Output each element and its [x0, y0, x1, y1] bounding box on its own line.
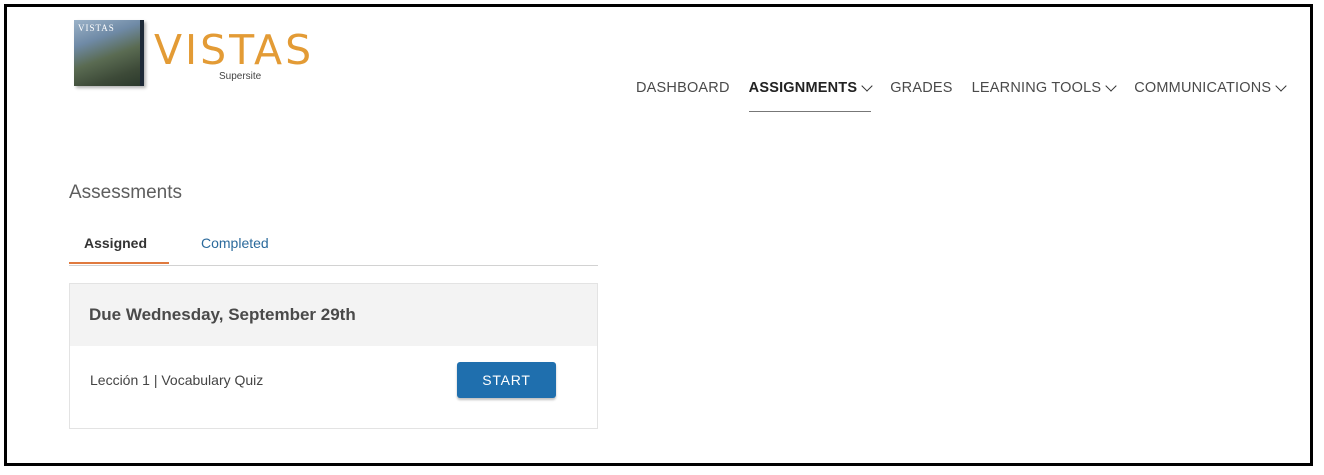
chevron-down-icon — [1105, 80, 1117, 92]
nav-label: LEARNING TOOLS — [971, 80, 1102, 96]
assessment-tabs: Assigned Completed — [69, 235, 598, 266]
brand-name: VISTAS — [154, 26, 315, 74]
nav-label: COMMUNICATIONS — [1134, 80, 1272, 96]
nav-label: GRADES — [890, 80, 953, 96]
main-nav: DASHBOARD ASSIGNMENTS GRADES LEARNING TO… — [636, 80, 1304, 112]
logo[interactable]: VISTAS VISTAS Supersite — [74, 20, 311, 88]
chevron-down-icon — [1275, 80, 1287, 92]
nav-grades[interactable]: GRADES — [890, 80, 952, 111]
tab-assigned[interactable]: Assigned — [69, 235, 169, 264]
book-cover-image: VISTAS — [74, 20, 144, 86]
brand-subtitle: Supersite — [219, 71, 262, 82]
nav-dashboard[interactable]: DASHBOARD — [636, 80, 730, 111]
list-item: Lección 1 | Vocabulary Quiz START — [70, 346, 597, 428]
assignment-card: Due Wednesday, September 29th Lección 1 … — [69, 283, 598, 429]
chevron-down-icon — [861, 80, 873, 92]
nav-learning-tools[interactable]: LEARNING TOOLS — [971, 80, 1117, 111]
due-date-heading: Due Wednesday, September 29th — [70, 284, 597, 346]
nav-label: ASSIGNMENTS — [748, 80, 858, 96]
nav-label: DASHBOARD — [636, 80, 730, 96]
start-button[interactable]: START — [457, 362, 556, 398]
assignment-title: Lección 1 | Vocabulary Quiz — [90, 372, 264, 388]
tab-completed[interactable]: Completed — [201, 235, 269, 264]
page-title: Assessments — [69, 182, 182, 203]
book-cover-title: VISTAS — [78, 23, 115, 33]
nav-communications[interactable]: COMMUNICATIONS — [1134, 80, 1287, 111]
nav-assignments[interactable]: ASSIGNMENTS — [748, 80, 873, 112]
